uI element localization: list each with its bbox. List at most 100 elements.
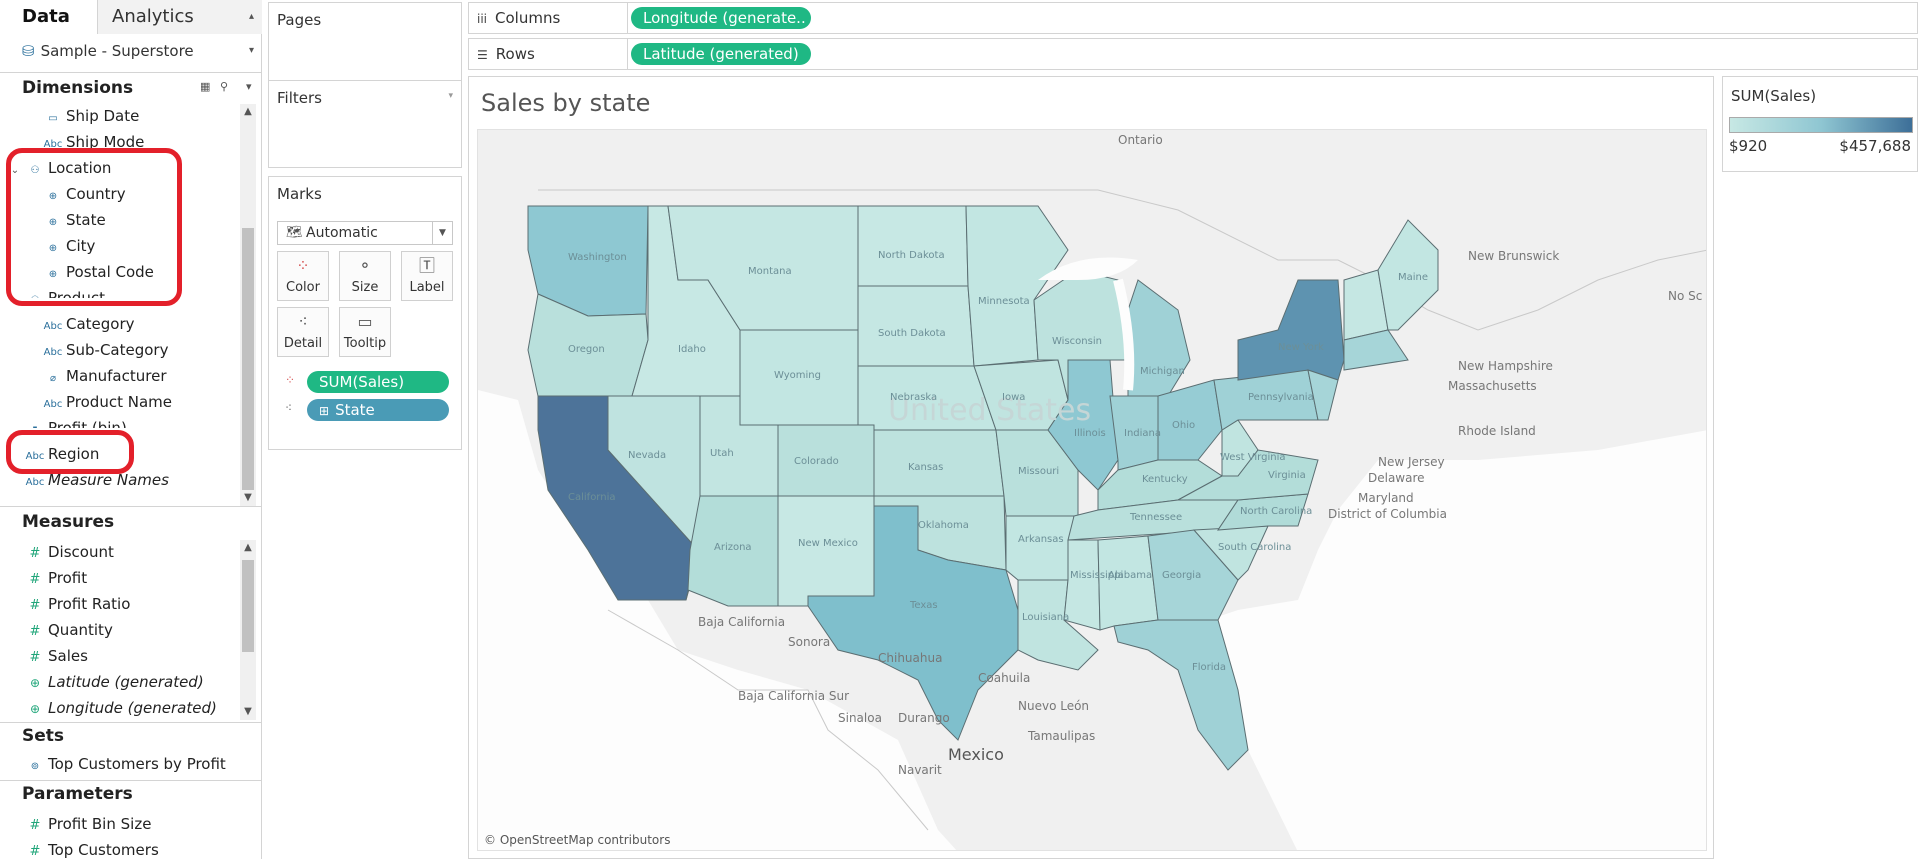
field-sales[interactable]: # Sales <box>22 644 88 668</box>
label-state-idaho: Idaho <box>678 344 706 355</box>
param-profit-bin-size[interactable]: # Profit Bin Size <box>22 812 152 836</box>
grid-view-icon[interactable]: ▦ <box>200 80 210 93</box>
columns-shelf[interactable]: iii Columns Longitude (generate.. <box>468 2 1918 34</box>
field-top-customers-by-profit[interactable]: ⊚ Top Customers by Profit <box>22 752 226 776</box>
field-label: Sub-Category <box>66 341 169 359</box>
divider <box>0 72 262 73</box>
label-new-brunswick: New Brunswick <box>1468 249 1559 263</box>
filters-title: Filters <box>277 89 322 107</box>
parameters-header: Parameters <box>22 784 133 804</box>
label-state-kansas: Kansas <box>908 462 943 473</box>
field-ship-date[interactable]: ▭ Ship Date <box>40 104 139 128</box>
label-button[interactable]: 🅃 Label <box>401 251 453 301</box>
label-state-west-virginia: West Virginia <box>1220 452 1285 463</box>
state-pill[interactable]: ⊞ State <box>307 399 449 421</box>
search-icon[interactable]: ⚲ <box>220 80 228 93</box>
state-north-dakota[interactable] <box>857 205 969 287</box>
label-label: Label <box>409 280 445 295</box>
field-profit[interactable]: # Profit <box>22 566 88 590</box>
latitude-pill[interactable]: Latitude (generated) <box>631 43 811 65</box>
chevron-down-icon[interactable]: ▼ <box>432 222 452 244</box>
label-state-california: California <box>568 492 616 503</box>
longitude-pill[interactable]: Longitude (generate.. <box>631 7 811 29</box>
datasource-icon: ⛁ <box>22 42 35 60</box>
field-category[interactable]: Abc Category <box>40 312 135 336</box>
hash-icon: # <box>29 598 41 613</box>
label-ontario: Ontario <box>1118 133 1163 147</box>
abc-icon: Abc <box>25 477 45 488</box>
scroll-down-icon[interactable]: ▼ <box>240 704 256 720</box>
sum-sales-pill[interactable]: SUM(Sales) <box>307 371 449 393</box>
state-arkansas[interactable] <box>1005 515 1075 581</box>
detail-button[interactable]: ⁖ Detail <box>277 307 329 357</box>
marks-card: Marks 🗺 Automatic ▼ ⁘ Color ⚬ Size 🅃 Label ⁖ D… <box>268 176 462 450</box>
map-svg[interactable]: Ontario New Brunswick No Sc New Hampshir… <box>478 130 1707 851</box>
scroll-up-icon[interactable]: ▲ <box>240 104 256 120</box>
scroll-down-icon[interactable]: ▼ <box>240 490 256 506</box>
scroll-thumb[interactable] <box>242 228 254 490</box>
field-label: Profit Ratio <box>48 595 131 613</box>
param-top-customers[interactable]: # Top Customers <box>22 838 159 862</box>
field-longitude[interactable]: ⊕ Longitude (generated) <box>22 696 217 720</box>
field-manufacturer[interactable]: ⌀ Manufacturer <box>40 364 167 388</box>
color-legend[interactable]: SUM(Sales) $920 $457,688 <box>1722 76 1918 172</box>
dimensions-scrollbar[interactable]: ▲ ▼ <box>240 104 256 506</box>
tooltip-button[interactable]: ▭ Tooltip <box>339 307 391 357</box>
rows-shelf[interactable]: ☰ Rows Latitude (generated) <box>468 38 1918 70</box>
hash-icon: # <box>29 650 41 665</box>
mark-type-dropdown[interactable]: 🗺 Automatic ▼ <box>277 221 453 245</box>
state-south-dakota[interactable] <box>857 285 975 367</box>
data-pane: Data Analytics ▴ ▾ ⛁ Sample - Superstore Di… <box>0 0 262 859</box>
label-state-virginia: Virginia <box>1268 470 1306 481</box>
label-durango: Durango <box>898 711 950 725</box>
label-state-oklahoma: Oklahoma <box>918 520 969 531</box>
state-alabama[interactable] <box>1097 535 1159 631</box>
scroll-thumb[interactable] <box>242 560 254 652</box>
map-view[interactable]: Ontario New Brunswick No Sc New Hampshir… <box>477 129 1707 851</box>
label-new-jersey: New Jersey <box>1378 455 1445 469</box>
state-mississippi[interactable] <box>1063 539 1101 631</box>
label-state-iowa: Iowa <box>1002 392 1025 403</box>
label-state-missouri: Missouri <box>1018 466 1059 477</box>
label-state-arkansas: Arkansas <box>1018 534 1064 545</box>
field-latitude[interactable]: ⊕ Latitude (generated) <box>22 670 204 694</box>
map-attribution: © OpenStreetMap contributors <box>484 833 670 847</box>
plus-icon[interactable]: ⊞ <box>319 404 329 418</box>
field-profit-ratio[interactable]: # Profit Ratio <box>22 592 131 616</box>
globe-icon: ⊕ <box>29 702 41 716</box>
measures-scrollbar[interactable]: ▲ ▼ <box>240 540 256 720</box>
state-new-mexico[interactable] <box>777 495 875 607</box>
pill-label: State <box>335 401 375 419</box>
size-button[interactable]: ⚬ Size <box>339 251 391 301</box>
label-massachusetts: Massachusetts <box>1448 379 1537 393</box>
field-product-name[interactable]: Abc Product Name <box>40 390 172 414</box>
field-profit-bin[interactable]: ▮Profit (bin) <box>22 416 127 428</box>
field-discount[interactable]: # Discount <box>22 540 114 564</box>
filters-menu-icon[interactable]: ▾ <box>448 91 453 101</box>
color-button[interactable]: ⁘ Color <box>277 251 329 301</box>
field-label: Profit <box>48 569 88 587</box>
label-state-nevada: Nevada <box>628 450 666 461</box>
measures-header: Measures <box>22 512 115 532</box>
mark-type-label: Automatic <box>306 225 378 241</box>
map-mark-icon: 🗺 <box>286 225 303 240</box>
filters-card[interactable]: Filters ▾ <box>268 80 462 168</box>
field-label: Product Name <box>66 393 172 411</box>
label-state-alabama: Alabama <box>1108 570 1152 581</box>
calendar-icon: ▭ <box>48 113 58 124</box>
tooltip-label: Tooltip <box>343 336 387 351</box>
chevron-down-icon[interactable]: ▾ <box>246 80 252 93</box>
label-state-utah: Utah <box>710 448 734 459</box>
tab-analytics[interactable]: Analytics ▴ ▾ <box>98 0 262 56</box>
datasource-item[interactable]: ⛁ Sample - Superstore <box>22 40 194 62</box>
field-quantity[interactable]: # Quantity <box>22 618 113 642</box>
field-sub-category[interactable]: Abc Sub-Category <box>40 338 169 362</box>
dimensions-header: Dimensions <box>22 78 134 98</box>
label-rhode-island: Rhode Island <box>1458 424 1536 438</box>
label-state-washington: Washington <box>568 252 627 263</box>
scroll-up-icon[interactable]: ▲ <box>240 540 256 556</box>
tab-data[interactable]: Data <box>0 0 98 34</box>
tab-menu-arrow-icon[interactable]: ▴ ▾ <box>249 0 254 68</box>
label-state-kentucky: Kentucky <box>1142 474 1188 485</box>
legend-max: $457,688 <box>1839 137 1911 155</box>
